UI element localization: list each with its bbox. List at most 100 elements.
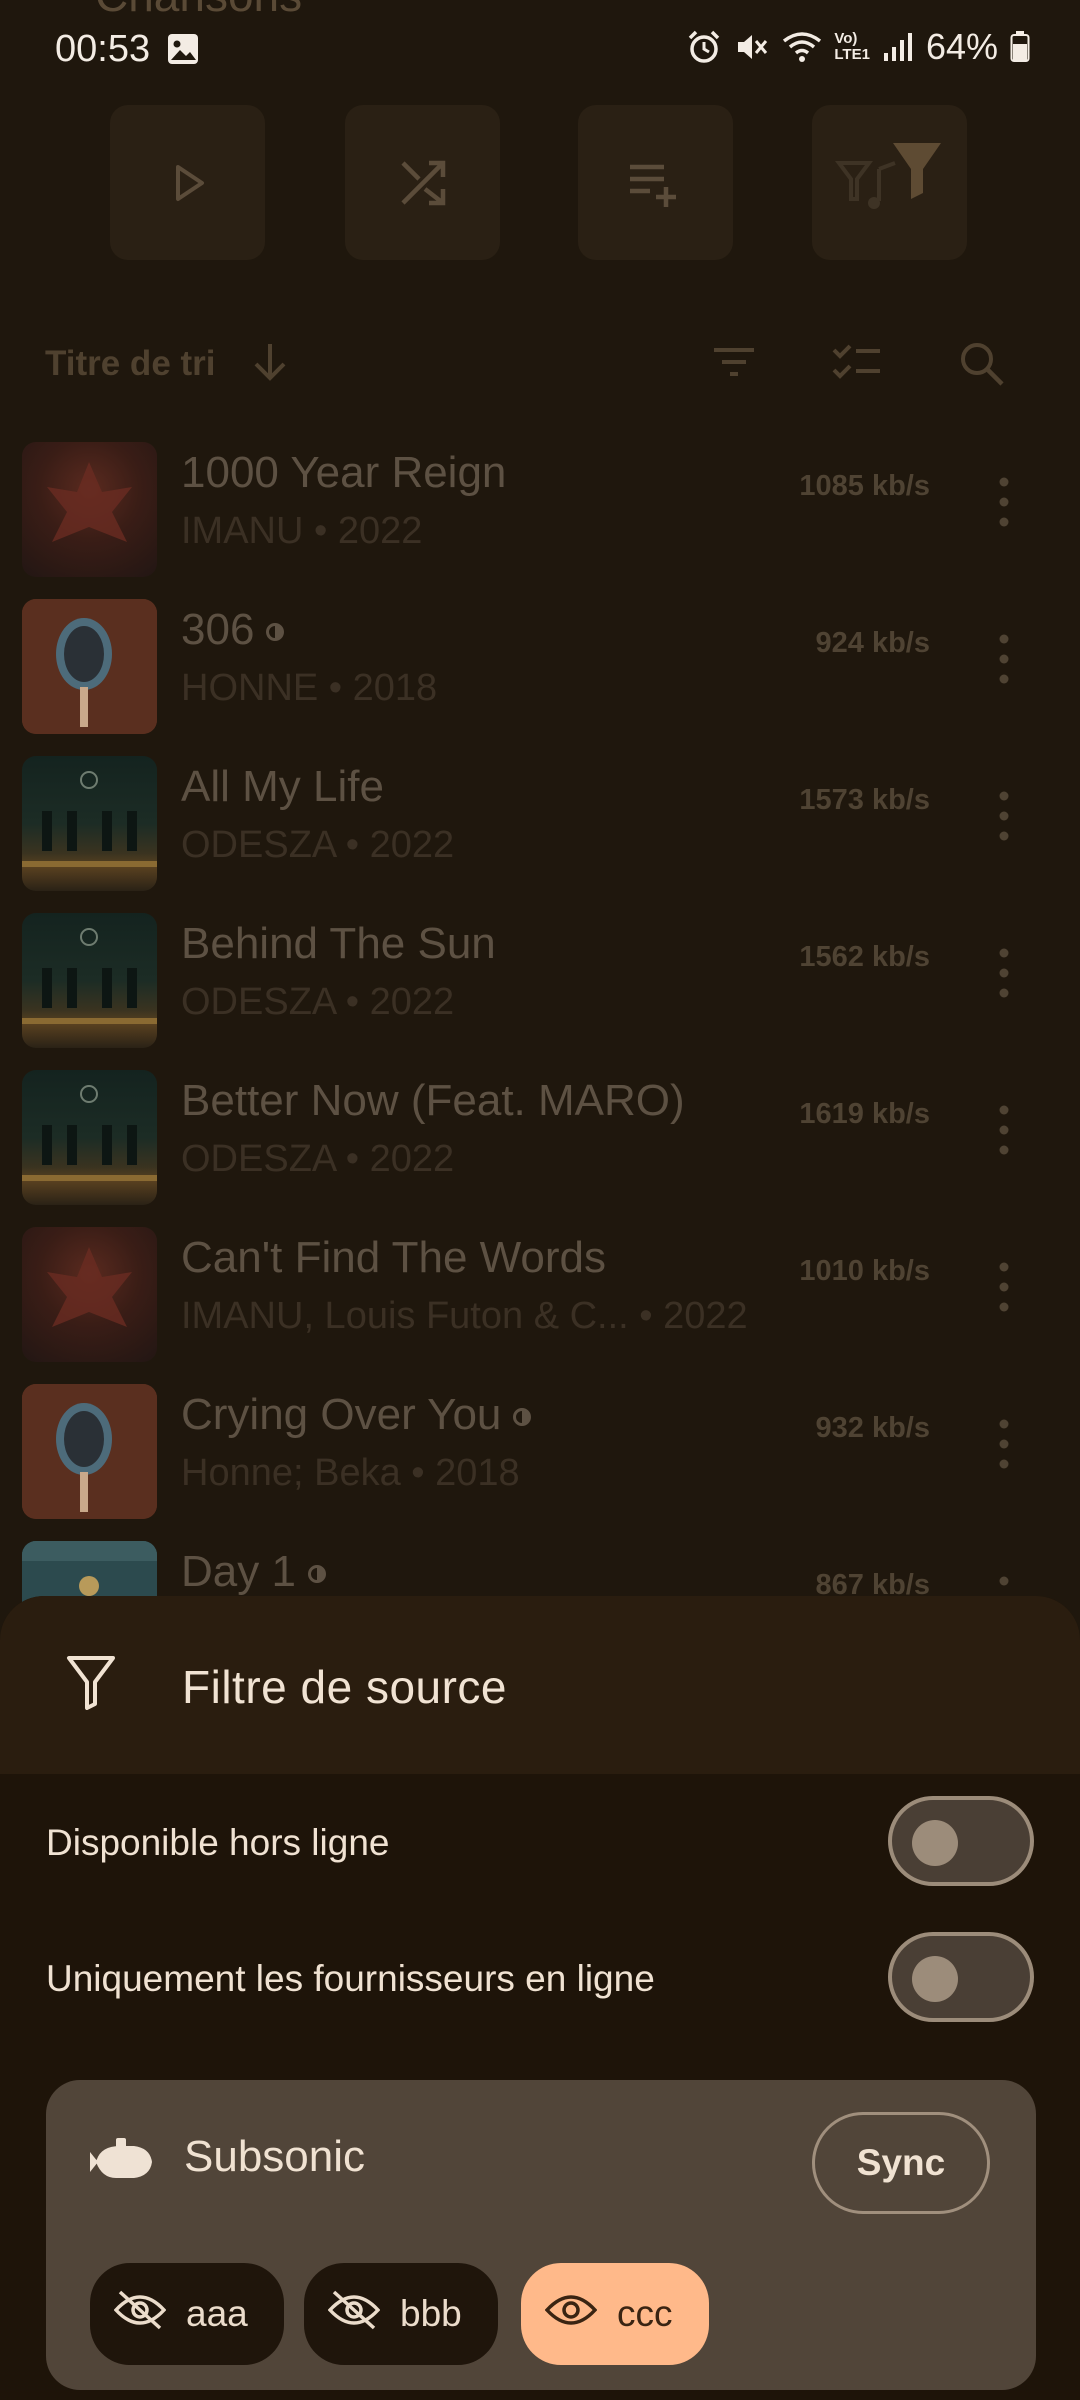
song-title: Better Now (Feat. MARO) xyxy=(181,1076,685,1126)
online-providers-option: Uniquement les fournisseurs en ligne xyxy=(0,1928,1080,2028)
album-cover xyxy=(22,1070,157,1205)
alarm-icon xyxy=(686,29,722,65)
song-title-text: All My Life xyxy=(181,762,384,811)
song-row[interactable]: 306 HONNE • 2018 924 kb/s xyxy=(0,587,1080,744)
mute-icon xyxy=(734,29,770,65)
song-title-text: Better Now (Feat. MARO) xyxy=(181,1076,685,1125)
offline-available-option: Disponible hors ligne xyxy=(0,1792,1080,1892)
offline-available-label: Disponible hors ligne xyxy=(46,1822,390,1863)
song-row[interactable]: All My Life ODESZA • 2022 1573 kb/s xyxy=(0,744,1080,901)
song-subtitle: HONNE • 2018 xyxy=(181,667,438,709)
more-options-icon[interactable] xyxy=(998,947,1010,1004)
source-filter-icon xyxy=(834,142,945,223)
song-title: Day 1 xyxy=(181,1547,326,1597)
song-bitrate: 1085 kb/s xyxy=(799,470,930,502)
shuffle-button[interactable] xyxy=(345,105,500,260)
song-row[interactable]: 1000 Year Reign IMANU • 2022 1085 kb/s xyxy=(0,430,1080,587)
song-title: Behind The Sun xyxy=(181,919,496,969)
chip-label: aaa xyxy=(186,2293,248,2334)
partial-availability-icon xyxy=(513,1408,532,1427)
song-title-text: 1000 Year Reign xyxy=(181,448,507,497)
search-icon[interactable] xyxy=(958,340,1006,393)
song-subtitle: ODESZA • 2022 xyxy=(181,981,455,1023)
status-bar: 00:53 Vo) LTE1 64% xyxy=(0,0,1080,100)
online-providers-toggle[interactable] xyxy=(888,1932,1034,2022)
offline-available-toggle[interactable] xyxy=(888,1796,1034,1886)
provider-name: Subsonic xyxy=(184,2132,366,2181)
gallery-notification-icon xyxy=(166,32,200,71)
more-options-icon[interactable] xyxy=(998,1104,1010,1161)
more-options-icon[interactable] xyxy=(998,1261,1010,1318)
song-title-text: Can't Find The Words xyxy=(181,1233,606,1282)
source-filter-button[interactable] xyxy=(812,105,967,260)
shuffle-icon xyxy=(395,155,451,211)
play-icon xyxy=(166,161,210,205)
toggle-knob xyxy=(912,1820,958,1866)
album-cover xyxy=(22,913,157,1048)
library-chip-ccc[interactable]: ccc xyxy=(521,2263,709,2365)
chip-label: bbb xyxy=(400,2293,462,2334)
partial-availability-icon xyxy=(307,1565,326,1584)
add-to-queue-button[interactable] xyxy=(578,105,733,260)
song-bitrate: 1619 kb/s xyxy=(799,1098,930,1130)
song-subtitle: IMANU • 2022 xyxy=(181,510,423,552)
song-subtitle: IMANU, Louis Futon & C... • 2022 xyxy=(181,1295,748,1337)
more-options-icon[interactable] xyxy=(998,633,1010,690)
multi-select-icon[interactable] xyxy=(832,340,882,389)
song-title-text: Day 1 xyxy=(181,1547,296,1596)
more-options-icon[interactable] xyxy=(998,1418,1010,1475)
song-subtitle: Honne; Beka • 2018 xyxy=(181,1452,520,1494)
song-subtitle: ODESZA • 2022 xyxy=(181,1138,455,1180)
play-all-button[interactable] xyxy=(110,105,265,260)
song-row[interactable]: Can't Find The Words IMANU, Louis Futon &… xyxy=(0,1215,1080,1372)
provider-card: Subsonic Sync aaa bbb ccc xyxy=(46,2080,1036,2390)
song-bitrate: 1573 kb/s xyxy=(799,784,930,816)
eye-off-icon xyxy=(304,2290,400,2339)
library-chip-aaa[interactable]: aaa xyxy=(90,2263,284,2365)
battery-icon xyxy=(1010,31,1030,63)
sheet-header: Filtre de source xyxy=(0,1596,1080,1774)
network-top-label: Vo) xyxy=(834,30,858,47)
song-row[interactable]: Better Now (Feat. MARO) ODESZA • 2022 1619… xyxy=(0,1058,1080,1215)
library-chip-bbb[interactable]: bbb xyxy=(304,2263,498,2365)
more-options-icon[interactable] xyxy=(998,790,1010,847)
song-title: All My Life xyxy=(181,762,384,812)
network-bottom-label: LTE1 xyxy=(834,46,870,63)
signal-icon xyxy=(882,31,914,63)
song-row[interactable]: Behind The Sun ODESZA • 2022 1562 kb/s xyxy=(0,901,1080,1058)
song-bitrate: 932 kb/s xyxy=(815,1412,930,1444)
song-title-text: Behind The Sun xyxy=(181,919,496,968)
online-providers-label: Uniquement les fournisseurs en ligne xyxy=(46,1958,655,1999)
status-icons: Vo) LTE1 64% xyxy=(686,26,1030,68)
album-cover xyxy=(22,599,157,734)
song-title: 1000 Year Reign xyxy=(181,448,506,498)
sort-direction-arrow-down-icon[interactable] xyxy=(250,340,290,389)
battery-percent: 64% xyxy=(925,26,998,67)
song-row[interactable]: Crying Over You Honne; Beka • 2018 932 kb/… xyxy=(0,1372,1080,1529)
filter-list-icon[interactable] xyxy=(710,340,758,389)
album-cover xyxy=(22,442,157,577)
add-to-queue-icon xyxy=(626,159,686,207)
action-row xyxy=(0,105,1080,265)
song-subtitle: ODESZA • 2022 xyxy=(181,824,455,866)
sort-row: Titre de tri xyxy=(0,330,1080,400)
wifi-icon xyxy=(782,29,822,65)
song-title: 306 xyxy=(181,605,285,655)
song-title-text: 306 xyxy=(181,605,255,654)
album-cover xyxy=(22,1227,157,1362)
album-cover xyxy=(22,756,157,891)
song-title: Can't Find The Words xyxy=(181,1233,606,1283)
eye-icon xyxy=(521,2290,617,2339)
eye-off-icon xyxy=(90,2290,186,2339)
partial-availability-icon xyxy=(266,623,285,642)
sheet-title: Filtre de source xyxy=(182,1661,508,1713)
sort-label[interactable]: Titre de tri xyxy=(45,344,216,384)
more-options-icon[interactable] xyxy=(998,476,1010,533)
song-title: Crying Over You xyxy=(181,1390,532,1440)
song-bitrate: 1010 kb/s xyxy=(799,1255,930,1287)
app-screen: 00:53 Vo) LTE1 64% Titre de tri 1000 Yea… xyxy=(0,0,1080,2400)
toggle-knob xyxy=(912,1956,958,2002)
source-filter-sheet: Filtre de source Disponible hors ligne U… xyxy=(0,1596,1080,2400)
sync-button[interactable]: Sync xyxy=(812,2112,990,2214)
song-bitrate: 1562 kb/s xyxy=(799,941,930,973)
